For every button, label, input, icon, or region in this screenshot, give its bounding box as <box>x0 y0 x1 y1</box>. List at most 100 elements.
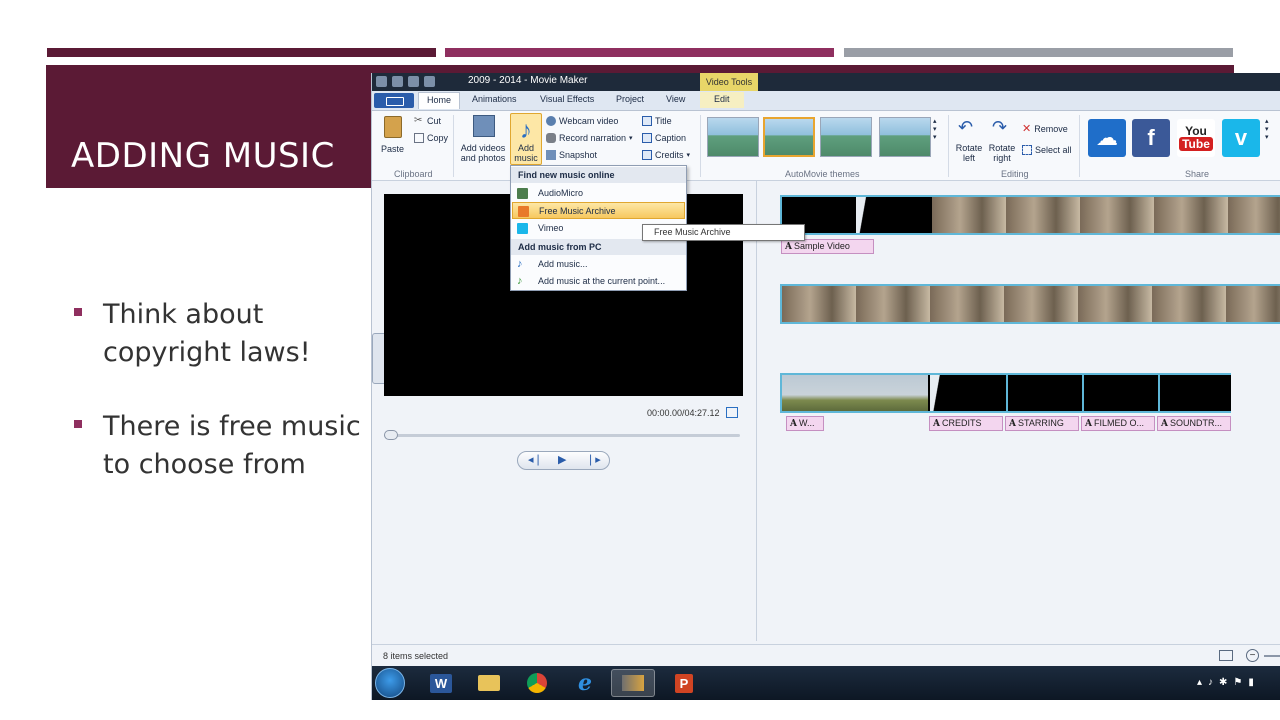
automovie-theme[interactable] <box>879 117 931 157</box>
next-frame-icon[interactable]: ❘▸ <box>586 453 601 466</box>
cut-button[interactable]: ✂ Cut <box>414 116 441 127</box>
webcam-video-button[interactable]: Webcam video <box>546 116 618 126</box>
more-icon: ▾ <box>933 134 937 141</box>
facebook-icon[interactable]: f <box>1132 119 1170 157</box>
rotate-left-button[interactable]: Rotate left <box>954 143 984 163</box>
zoom-slider[interactable] <box>1264 655 1280 657</box>
rotate-right-button[interactable]: Rotate right <box>987 143 1017 163</box>
snapshot-button[interactable]: Snapshot <box>546 150 597 160</box>
powerpoint-taskbar-icon[interactable]: P <box>662 669 706 697</box>
tab-project[interactable]: Project <box>616 94 644 104</box>
tab-visual-effects[interactable]: Visual Effects <box>540 94 594 104</box>
paste-icon[interactable] <box>384 116 402 138</box>
automovie-theme[interactable] <box>820 117 872 157</box>
clipboard-group-label: Clipboard <box>394 169 433 179</box>
zoom-out-icon[interactable]: − <box>1246 649 1259 662</box>
red-x-icon: ✕ <box>1022 123 1032 135</box>
clip-frame <box>930 375 1002 411</box>
accent-bar-dark <box>47 48 436 57</box>
tab-edit[interactable]: Edit <box>700 92 744 108</box>
add-videos-button[interactable]: Add videos and photos <box>460 143 506 163</box>
menu-item-free-music-archive[interactable]: Free Music Archive <box>512 202 685 219</box>
chevron-down-icon: ▾ <box>1265 126 1269 133</box>
caption-icon <box>642 133 652 143</box>
copy-button[interactable]: Copy <box>414 133 448 143</box>
share-scroll[interactable]: ▴ ▾ ▾ <box>1265 117 1269 141</box>
start-button-icon[interactable] <box>375 668 405 698</box>
paste-button[interactable]: Paste <box>381 144 404 154</box>
more-icon: ▾ <box>1265 134 1269 141</box>
text-overlay-icon: A <box>785 242 792 252</box>
clip-frame-landscape <box>782 375 928 411</box>
window-title: 2009 - 2014 - Movie Maker <box>468 75 588 86</box>
ribbon-separator <box>948 115 949 177</box>
editing-group-label: Editing <box>1001 169 1029 179</box>
ribbon-separator <box>700 115 701 177</box>
menu-item-add-music-current-point[interactable]: ♪ Add music at the current point... <box>512 273 685 290</box>
seek-bar[interactable] <box>384 434 740 437</box>
caption-sample-video[interactable]: A Sample Video <box>781 239 874 254</box>
caption-starring[interactable]: A STARRING <box>1005 416 1079 431</box>
previous-frame-icon[interactable]: ◂❘ <box>528 453 543 466</box>
credits-button[interactable]: Credits ▾ <box>642 150 690 160</box>
file-explorer-taskbar-icon[interactable] <box>467 669 511 697</box>
text-overlay-icon: A <box>1009 419 1016 429</box>
menu-item-audiomicro[interactable]: AudioMicro <box>512 185 685 202</box>
automovie-theme-selected[interactable] <box>763 117 815 157</box>
audiomicro-icon <box>517 188 528 199</box>
undo-icon[interactable] <box>408 76 419 87</box>
vimeo-icon <box>517 223 528 234</box>
system-tray-icons[interactable]: ▴♪✱⚑▮ <box>1197 677 1260 688</box>
bullet-text: Think about copyright laws! <box>103 299 311 368</box>
storyboard-view-icon[interactable] <box>1219 650 1233 661</box>
copy-icon <box>414 133 424 143</box>
pane-divider[interactable] <box>756 181 757 641</box>
vimeo-icon[interactable]: v <box>1222 119 1260 157</box>
slide-title: ADDING MUSIC <box>71 136 335 176</box>
storyboard-strip-2[interactable] <box>780 284 1280 324</box>
fullscreen-icon[interactable] <box>726 407 738 418</box>
caption-button[interactable]: Caption <box>642 133 686 143</box>
tab-animations[interactable]: Animations <box>472 94 517 104</box>
title-button[interactable]: Title <box>642 116 672 126</box>
seek-handle[interactable] <box>384 430 398 440</box>
youtube-icon[interactable]: You Tube <box>1177 119 1215 157</box>
movie-maker-taskbar-icon[interactable] <box>611 669 655 697</box>
play-icon[interactable]: ▶ <box>558 453 566 466</box>
app-icon[interactable] <box>376 76 387 87</box>
remove-button[interactable]: ✕ Remove <box>1022 122 1068 135</box>
caption-credits[interactable]: A CREDITS <box>929 416 1003 431</box>
caption-soundtrack[interactable]: A SOUNDTR... <box>1157 416 1231 431</box>
snapshot-icon <box>546 150 556 160</box>
menu-item-add-music[interactable]: ♪ Add music... <box>512 256 685 273</box>
status-text: 8 items selected <box>383 651 449 661</box>
tab-home[interactable]: Home <box>418 92 461 109</box>
playback-controls: ◂❘ ▶ ❘▸ <box>517 451 610 470</box>
redo-icon[interactable] <box>424 76 435 87</box>
tab-view[interactable]: View <box>666 94 685 104</box>
microphone-icon <box>546 133 556 143</box>
bullet-text: There is free music to choose from <box>103 411 361 480</box>
word-taskbar-icon[interactable]: W <box>419 669 463 697</box>
automovie-theme[interactable] <box>707 117 759 157</box>
caption-item[interactable]: A W... <box>786 416 824 431</box>
record-narration-button[interactable]: Record narration ▾ <box>546 133 633 143</box>
themes-scroll[interactable]: ▴ ▾ ▾ <box>933 117 937 141</box>
rotate-left-icon[interactable]: ↶ <box>958 117 973 138</box>
text-overlay-icon: A <box>1085 419 1092 429</box>
save-icon[interactable] <box>392 76 403 87</box>
storyboard-strip-3[interactable] <box>780 373 1231 413</box>
add-music-label[interactable]: Add music <box>510 143 542 163</box>
storyboard-strip-1[interactable] <box>780 195 1280 235</box>
file-menu-button[interactable] <box>374 93 414 108</box>
film-photo-icon[interactable] <box>473 115 495 137</box>
onedrive-icon[interactable]: ☁ <box>1088 119 1126 157</box>
caption-filmed-on[interactable]: A FILMED O... <box>1081 416 1155 431</box>
rotate-right-icon[interactable]: ↷ <box>992 117 1007 138</box>
credits-icon <box>642 150 652 160</box>
webcam-icon <box>546 116 556 126</box>
clip-frames-video <box>932 197 1280 233</box>
internet-explorer-taskbar-icon[interactable]: e <box>563 669 607 697</box>
select-all-button[interactable]: Select all <box>1022 145 1072 155</box>
chrome-taskbar-icon[interactable] <box>515 669 559 697</box>
